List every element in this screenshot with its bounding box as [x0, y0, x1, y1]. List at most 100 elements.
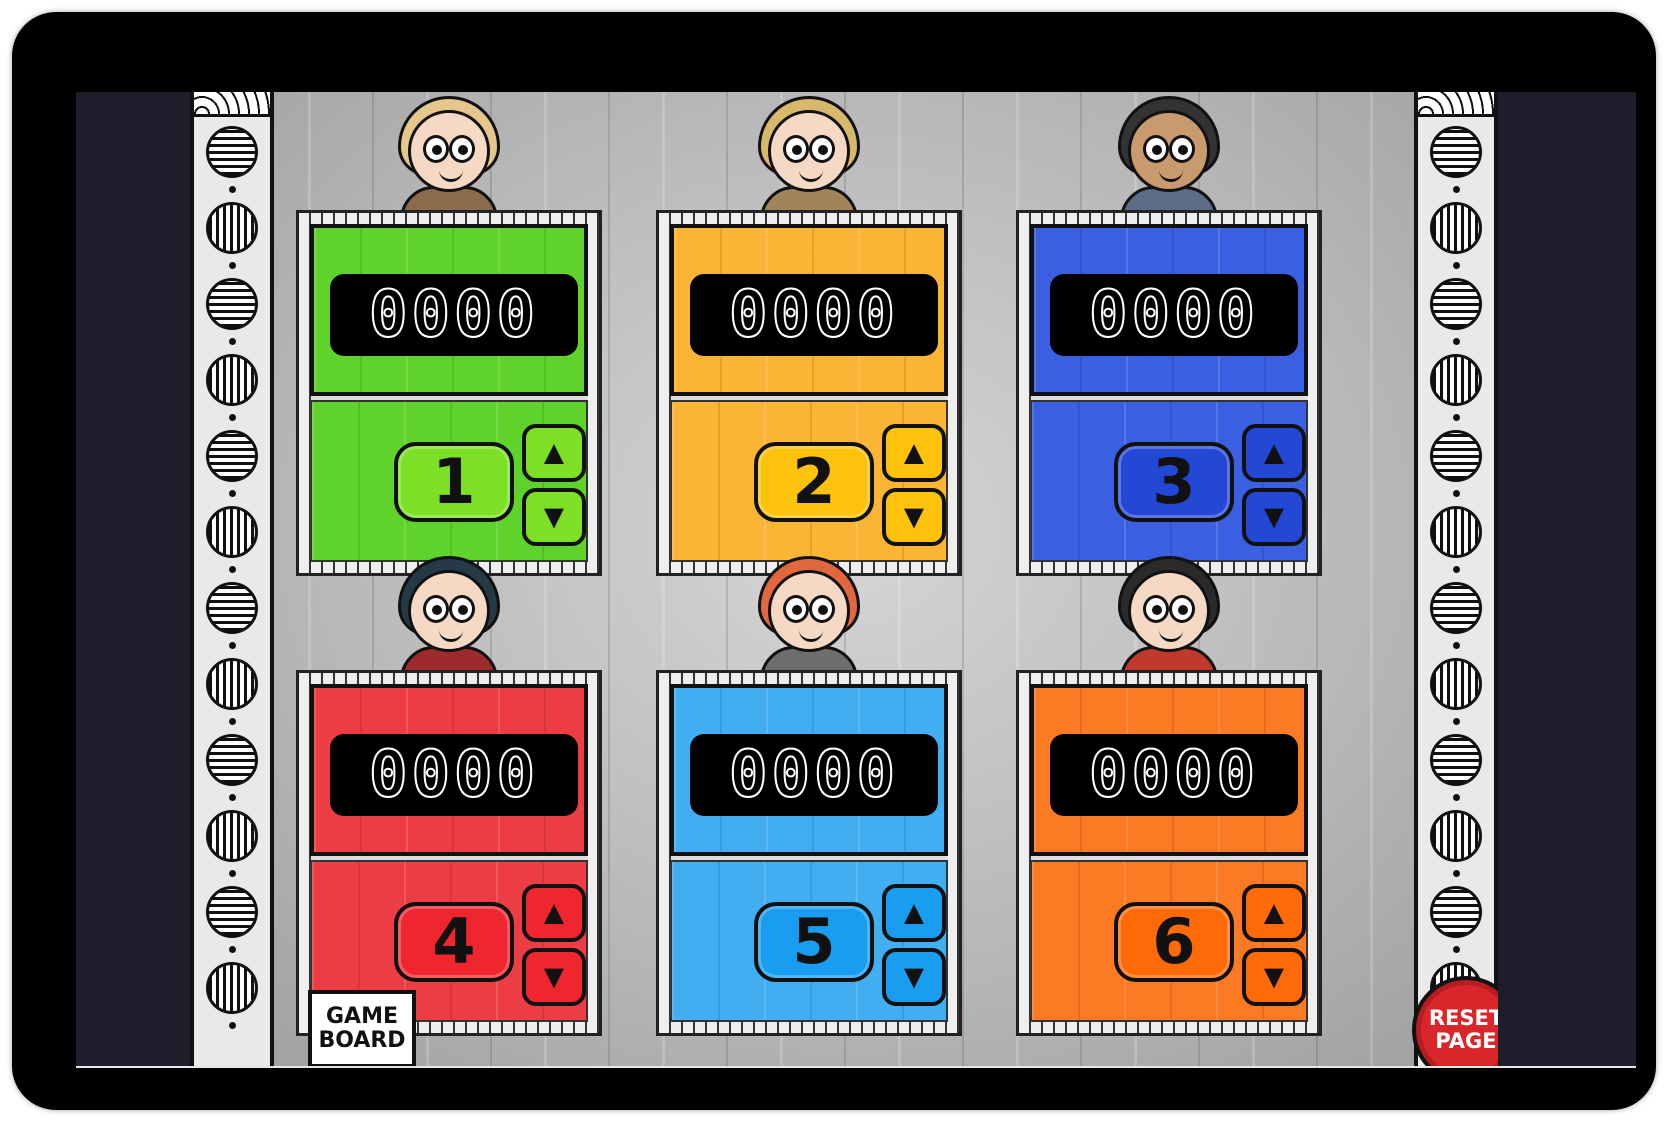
pillar-dot — [229, 414, 236, 421]
score-panel: 0000 — [1030, 224, 1308, 396]
pillar-dot — [1453, 794, 1460, 801]
score-up-button[interactable]: ▲ — [1242, 884, 1306, 942]
player-number-badge: 1 — [394, 442, 514, 522]
pillar-disc — [206, 582, 258, 634]
player-number-badge: 4 — [394, 902, 514, 982]
player-station-2: 0000 2 ▲ ▼ — [656, 210, 962, 576]
arrow-up-icon: ▲ — [537, 434, 571, 472]
pillar-disc — [1430, 658, 1482, 710]
player-number-badge: 2 — [754, 442, 874, 522]
pillar-disc — [1430, 202, 1482, 254]
score-up-button[interactable]: ▲ — [522, 884, 586, 942]
score-up-button[interactable]: ▲ — [1242, 424, 1306, 482]
left-decorative-pillar — [190, 92, 274, 1068]
player-station-1: 0000 1 ▲ ▼ — [296, 210, 602, 576]
pillar-disc — [206, 354, 258, 406]
pillar-disc — [206, 962, 258, 1014]
player-number: 6 — [1152, 905, 1196, 978]
arrow-up-icon: ▲ — [897, 434, 931, 472]
pillar-disc — [1430, 506, 1482, 558]
game-board-area: 0000 1 ▲ ▼ 0000 2 ▲ ▼ 0000 3 ▲ ▼ 0000 4 ▲ ▼ 0000 5 ▲ ▼ 0000 6… — [190, 92, 1498, 1068]
pillar-disc — [1430, 582, 1482, 634]
arrow-down-icon: ▼ — [897, 958, 931, 996]
score-value: 0000 — [1088, 278, 1260, 352]
right-decorative-pillar — [1414, 92, 1498, 1068]
pillar-disc — [1430, 886, 1482, 938]
pillar-dot — [229, 186, 236, 193]
score-down-button[interactable]: ▼ — [882, 948, 946, 1006]
arrow-up-icon: ▲ — [1257, 434, 1291, 472]
score-display: 0000 — [1050, 274, 1298, 356]
pillar-dot — [229, 338, 236, 345]
pillar-disc — [206, 126, 258, 178]
score-panel: 0000 — [670, 224, 948, 396]
player-station-5: 0000 5 ▲ ▼ — [656, 670, 962, 1036]
arrow-up-icon: ▲ — [1257, 894, 1291, 932]
score-down-button[interactable]: ▼ — [522, 948, 586, 1006]
score-up-button[interactable]: ▲ — [882, 884, 946, 942]
score-panel: 0000 — [310, 224, 588, 396]
player-number-badge: 3 — [1114, 442, 1234, 522]
arrow-down-icon: ▼ — [897, 498, 931, 536]
score-display: 0000 — [1050, 734, 1298, 816]
score-value: 0000 — [728, 738, 900, 812]
player-number: 5 — [792, 905, 836, 978]
score-down-button[interactable]: ▼ — [522, 488, 586, 546]
pillar-dot — [1453, 566, 1460, 573]
pillar-disc — [1430, 810, 1482, 862]
score-value: 0000 — [368, 738, 540, 812]
pillar-dot — [1453, 414, 1460, 421]
pillar-disc — [206, 202, 258, 254]
player-number: 3 — [1152, 445, 1196, 518]
score-display: 0000 — [690, 734, 938, 816]
pillar-dot — [1453, 946, 1460, 953]
score-up-button[interactable]: ▲ — [522, 424, 586, 482]
score-up-button[interactable]: ▲ — [882, 424, 946, 482]
arrow-up-icon: ▲ — [897, 894, 931, 932]
arrow-down-icon: ▼ — [1257, 498, 1291, 536]
controls-panel: 2 ▲ ▼ — [670, 400, 948, 562]
pillar-disc — [206, 734, 258, 786]
pillar-disc — [206, 430, 258, 482]
contestant-avatar-4 — [390, 554, 508, 686]
game-board-button[interactable]: GAME BOARD — [308, 990, 416, 1068]
arrow-down-icon: ▼ — [537, 958, 571, 996]
contestant-avatar-3 — [1110, 94, 1228, 226]
pillar-disc — [206, 506, 258, 558]
score-panel: 0000 — [670, 684, 948, 856]
contestant-avatar-5 — [750, 554, 868, 686]
score-panel: 0000 — [310, 684, 588, 856]
pillar-dot — [229, 490, 236, 497]
pillar-disc — [206, 658, 258, 710]
pillar-dot — [229, 946, 236, 953]
score-down-button[interactable]: ▼ — [882, 488, 946, 546]
pillar-dot — [229, 262, 236, 269]
player-station-6: 0000 6 ▲ ▼ — [1016, 670, 1322, 1036]
contestant-avatar-1 — [390, 94, 508, 226]
pillar-dot — [1453, 870, 1460, 877]
pillar-dot — [1453, 338, 1460, 345]
reset-label-line1: RESET — [1428, 1005, 1498, 1030]
score-down-button[interactable]: ▼ — [1242, 948, 1306, 1006]
pillar-disc — [206, 278, 258, 330]
score-display: 0000 — [690, 274, 938, 356]
pillar-disc — [1430, 354, 1482, 406]
player-number-badge: 6 — [1114, 902, 1234, 982]
score-down-button[interactable]: ▼ — [1242, 488, 1306, 546]
pillar-dot — [229, 794, 236, 801]
controls-panel: 5 ▲ ▼ — [670, 860, 948, 1022]
arrow-down-icon: ▼ — [1257, 958, 1291, 996]
controls-panel: 6 ▲ ▼ — [1030, 860, 1308, 1022]
game-screen: 0000 1 ▲ ▼ 0000 2 ▲ ▼ 0000 3 ▲ ▼ 0000 4 ▲ ▼ 0000 5 ▲ ▼ 0000 6… — [76, 92, 1636, 1068]
pillar-dot — [229, 642, 236, 649]
pillar-dot — [1453, 718, 1460, 725]
pillar-disc — [1430, 278, 1482, 330]
score-value: 0000 — [728, 278, 900, 352]
score-panel: 0000 — [1030, 684, 1308, 856]
controls-panel: 1 ▲ ▼ — [310, 400, 588, 562]
contestant-avatar-6 — [1110, 554, 1228, 686]
player-number: 4 — [432, 905, 476, 978]
score-display: 0000 — [330, 274, 578, 356]
game-board-label-line1: GAME — [325, 1003, 398, 1029]
player-station-3: 0000 3 ▲ ▼ — [1016, 210, 1322, 576]
